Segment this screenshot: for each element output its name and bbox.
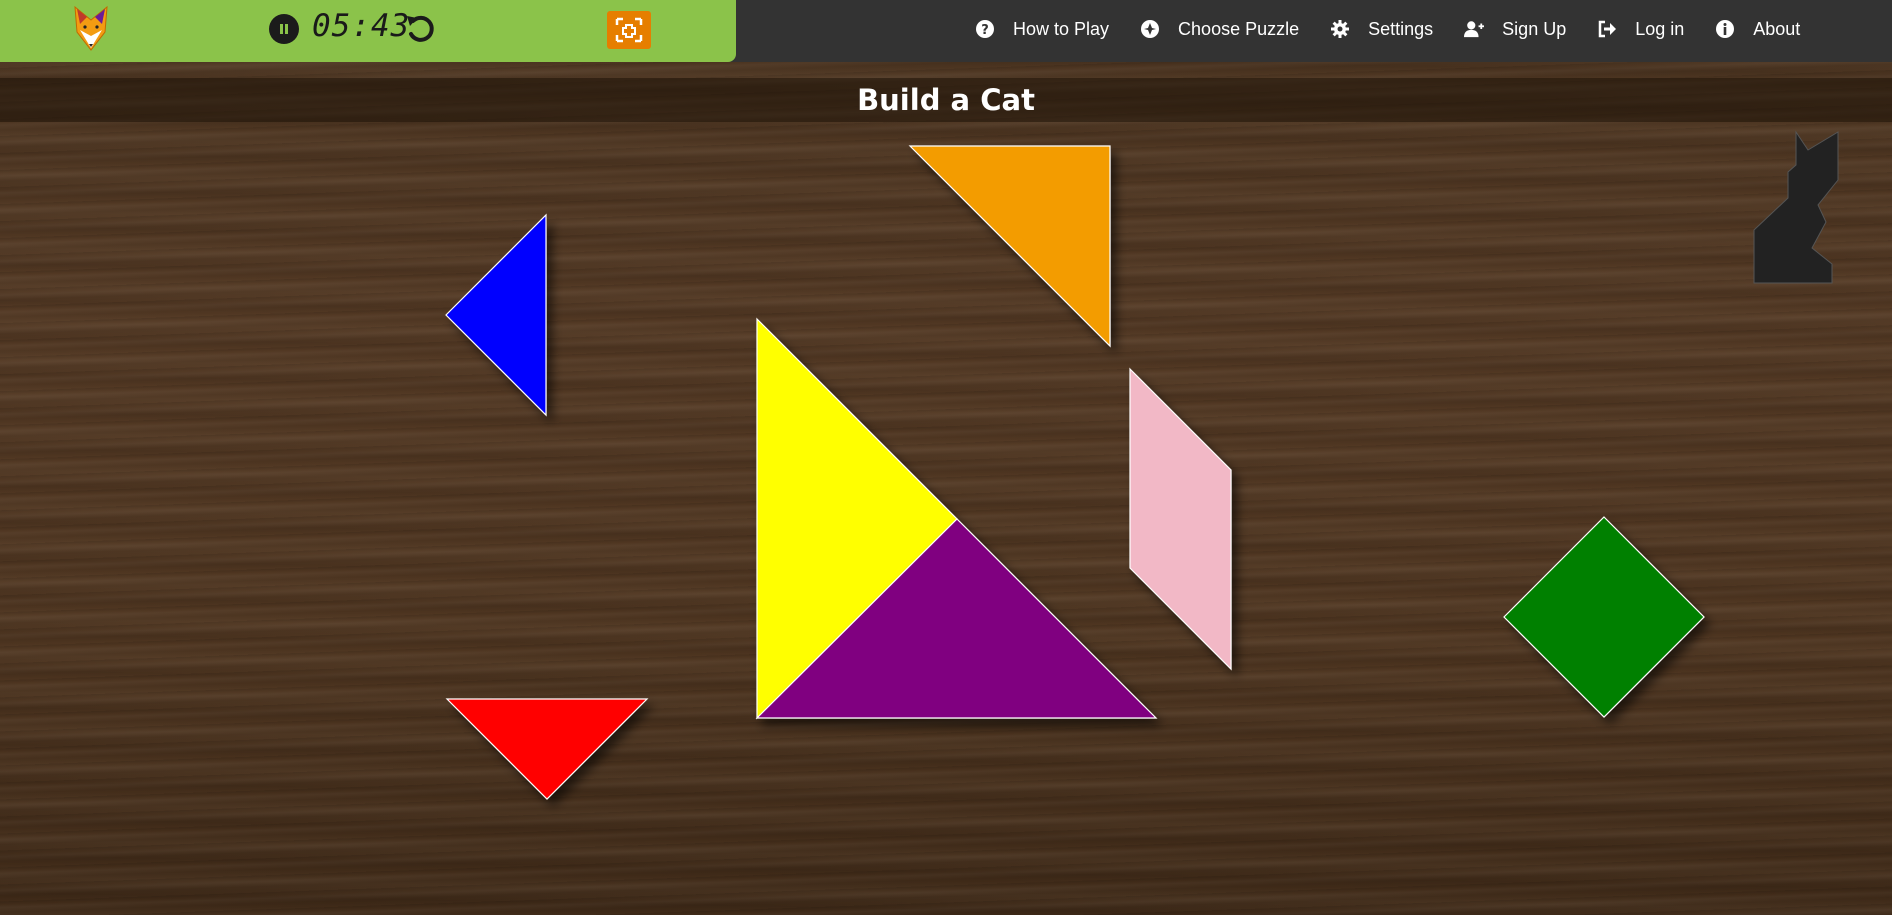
blue-small-triangle[interactable] — [445, 213, 547, 417]
cat-silhouette — [1753, 130, 1839, 284]
pink-parallelogram[interactable] — [1129, 367, 1232, 671]
green-square[interactable] — [1503, 516, 1705, 718]
red-small-triangle[interactable] — [445, 698, 649, 800]
orange-medium-triangle[interactable] — [908, 145, 1111, 348]
play-area — [445, 130, 1839, 800]
target-silhouette — [1753, 130, 1839, 284]
